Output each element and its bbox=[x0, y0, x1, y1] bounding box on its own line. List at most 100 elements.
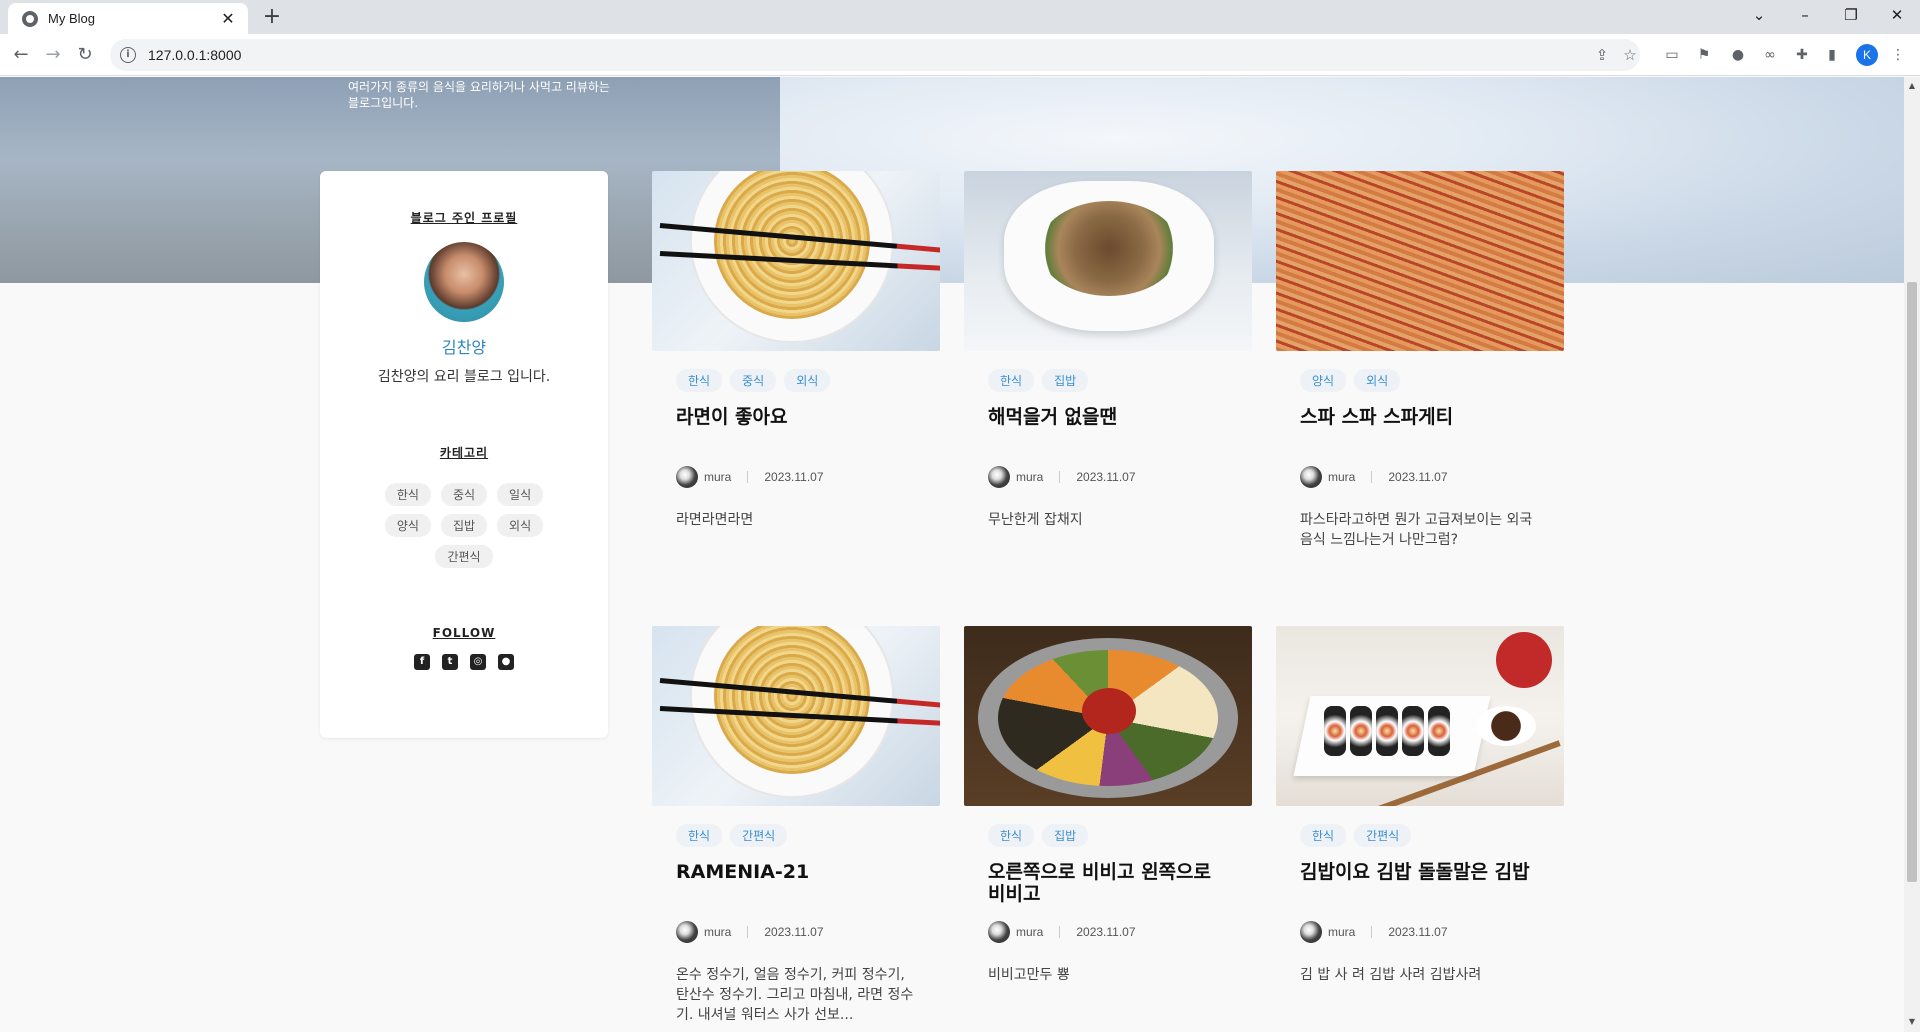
post-author: mura bbox=[1016, 470, 1044, 484]
new-tab-button[interactable]: + bbox=[258, 4, 286, 32]
extension-icon[interactable]: ∞ bbox=[1760, 45, 1780, 65]
restore-icon[interactable]: ❐ bbox=[1828, 0, 1874, 34]
post-author: mura bbox=[1016, 925, 1044, 939]
profile-avatar[interactable]: K bbox=[1856, 44, 1878, 66]
post-tag[interactable]: 한식 bbox=[988, 824, 1035, 847]
page-viewport: 여러가지 종류의 음식을 요리하거나 사먹고 리뷰하는 블로그입니다. 블로그 … bbox=[0, 77, 1904, 1032]
owner-bio: 김찬양의 요리 블로그 입니다. bbox=[377, 369, 551, 385]
post-title[interactable]: 김밥이요 김밥 돌돌말은 김밥 bbox=[1300, 861, 1540, 911]
post-title[interactable]: 라면이 좋아요 bbox=[676, 406, 916, 456]
github-icon[interactable]: ● bbox=[498, 654, 514, 670]
post-author: mura bbox=[704, 470, 732, 484]
address-bar[interactable]: i 127.0.0.1:8000 ⇪ ☆ bbox=[110, 39, 1640, 71]
scroll-up-icon[interactable]: ▲ bbox=[1904, 81, 1920, 90]
post-excerpt: 김 밥 사 려 김밥 사려 김밥사려 bbox=[1300, 967, 1482, 983]
post-card[interactable]: 한식 집밥 해먹을거 없을땐 mura 2023.11.07 무난한게 잡채지 bbox=[964, 171, 1252, 530]
post-card[interactable]: 한식 간편식 RAMENIA-21 mura 2023.11.07 온수 정수기… bbox=[652, 626, 940, 1025]
page-scrollbar[interactable]: ▲ ▼ bbox=[1904, 77, 1920, 1032]
category-list: 한식 중식 일식 양식 집밥 외식 간편식 bbox=[320, 483, 608, 568]
post-tag[interactable]: 양식 bbox=[1300, 369, 1347, 392]
post-title[interactable]: 해먹을거 없을땐 bbox=[988, 406, 1228, 456]
tab-close-icon[interactable]: ✕ bbox=[218, 9, 238, 28]
post-card[interactable]: 한식 집밥 오른쪽으로 비비고 왼쪽으로 비비고 mura 2023.11.07… bbox=[964, 626, 1252, 985]
post-meta: mura 2023.11.07 bbox=[676, 466, 916, 488]
translate-extension-icon[interactable]: ⚑ bbox=[1694, 45, 1714, 65]
owner-name[interactable]: 김찬양 bbox=[320, 334, 608, 358]
post-tags: 한식 집밥 bbox=[988, 824, 1252, 847]
browser-toolbar: ← → ↻ i 127.0.0.1:8000 ⇪ ☆ ▭ ⚑ ● ∞ ✚ ▮ K… bbox=[0, 34, 1920, 76]
post-title[interactable]: 오른쪽으로 비비고 왼쪽으로 비비고 bbox=[988, 861, 1228, 911]
post-author: mura bbox=[1328, 925, 1356, 939]
cast-extension-icon[interactable]: ▭ bbox=[1662, 45, 1682, 65]
category-pill[interactable]: 양식 bbox=[384, 514, 431, 537]
facebook-icon[interactable]: f bbox=[414, 654, 430, 670]
post-tags: 한식 집밥 bbox=[988, 369, 1252, 392]
blog-description: 여러가지 종류의 음식을 요리하거나 사먹고 리뷰하는 블로그입니다. bbox=[348, 80, 610, 110]
post-title[interactable]: 스파 스파 스파게티 bbox=[1300, 406, 1540, 456]
browser-tab-active[interactable]: My Blog ✕ bbox=[8, 3, 248, 34]
post-tag[interactable]: 외식 bbox=[1354, 369, 1401, 392]
instagram-icon[interactable]: ◎ bbox=[470, 654, 486, 670]
post-tag[interactable]: 한식 bbox=[988, 369, 1035, 392]
post-date: 2023.11.07 bbox=[1388, 470, 1448, 484]
author-avatar bbox=[1300, 921, 1322, 943]
scroll-down-icon[interactable]: ▼ bbox=[1904, 1017, 1920, 1026]
post-tag[interactable]: 외식 bbox=[784, 369, 831, 392]
menu-kebab-icon[interactable]: ⋮ bbox=[1888, 45, 1908, 65]
post-tag[interactable]: 간편식 bbox=[730, 824, 788, 847]
post-tag[interactable]: 한식 bbox=[676, 824, 723, 847]
puzzle-extensions-icon[interactable]: ✚ bbox=[1792, 45, 1812, 65]
post-thumbnail-japchae[interactable] bbox=[964, 171, 1252, 351]
post-thumbnail-gimbap[interactable] bbox=[1276, 626, 1564, 806]
post-card[interactable]: 한식 중식 외식 라면이 좋아요 mura 2023.11.07 라면라면라면 bbox=[652, 171, 940, 530]
post-card[interactable]: 한식 간편식 김밥이요 김밥 돌돌말은 김밥 mura 2023.11.07 김… bbox=[1276, 626, 1564, 985]
url-text[interactable]: 127.0.0.1:8000 bbox=[148, 47, 241, 63]
site-info-icon[interactable]: i bbox=[120, 47, 136, 63]
post-tag[interactable]: 한식 bbox=[676, 369, 723, 392]
category-pill[interactable]: 한식 bbox=[384, 483, 431, 506]
post-tags: 한식 중식 외식 bbox=[676, 369, 940, 392]
bookmark-star-icon[interactable]: ☆ bbox=[1620, 45, 1640, 65]
post-thumbnail-bibimbap[interactable] bbox=[964, 626, 1252, 806]
post-date: 2023.11.07 bbox=[764, 925, 824, 939]
post-meta: mura 2023.11.07 bbox=[988, 921, 1228, 943]
globe-icon bbox=[22, 10, 38, 27]
category-pill[interactable]: 외식 bbox=[497, 514, 544, 537]
post-thumbnail-spaghetti[interactable] bbox=[1276, 171, 1564, 351]
category-pill[interactable]: 집밥 bbox=[440, 514, 488, 537]
post-tag[interactable]: 중식 bbox=[730, 369, 777, 392]
close-window-icon[interactable]: ✕ bbox=[1874, 0, 1920, 34]
post-excerpt: 무난한게 잡채지 bbox=[988, 512, 1083, 528]
mic-extension-icon[interactable]: ● bbox=[1728, 45, 1748, 65]
post-thumbnail-ramen[interactable] bbox=[652, 171, 940, 351]
back-icon[interactable]: ← bbox=[8, 42, 34, 68]
twitter-icon[interactable]: t bbox=[442, 654, 458, 670]
post-tag[interactable]: 집밥 bbox=[1042, 369, 1089, 392]
post-meta: mura 2023.11.07 bbox=[1300, 466, 1540, 488]
share-icon[interactable]: ⇪ bbox=[1592, 45, 1612, 65]
post-meta: mura 2023.11.07 bbox=[988, 466, 1228, 488]
category-pill[interactable]: 일식 bbox=[497, 483, 544, 506]
post-meta: mura 2023.11.07 bbox=[676, 921, 916, 943]
post-title[interactable]: RAMENIA-21 bbox=[676, 861, 916, 911]
author-avatar bbox=[988, 921, 1010, 943]
category-pill[interactable]: 간편식 bbox=[435, 545, 493, 568]
post-tag[interactable]: 한식 bbox=[1300, 824, 1347, 847]
minimize-icon[interactable]: – bbox=[1782, 0, 1828, 34]
post-card[interactable]: 양식 외식 스파 스파 스파게티 mura 2023.11.07 파스타라고하면… bbox=[1276, 171, 1564, 550]
side-panel-icon[interactable]: ▮ bbox=[1822, 45, 1842, 65]
post-tags: 한식 간편식 bbox=[676, 824, 940, 847]
author-avatar bbox=[676, 466, 698, 488]
forward-icon[interactable]: → bbox=[40, 42, 66, 68]
author-avatar bbox=[1300, 466, 1322, 488]
tab-search-icon[interactable]: ⌄ bbox=[1736, 0, 1782, 34]
owner-avatar bbox=[424, 242, 504, 322]
post-tag[interactable]: 간편식 bbox=[1354, 824, 1412, 847]
post-date: 2023.11.07 bbox=[764, 470, 824, 484]
scrollbar-thumb[interactable] bbox=[1907, 282, 1917, 882]
post-author: mura bbox=[704, 925, 732, 939]
category-pill[interactable]: 중식 bbox=[440, 483, 488, 506]
post-tag[interactable]: 집밥 bbox=[1042, 824, 1089, 847]
post-thumbnail-ramen[interactable] bbox=[652, 626, 940, 806]
reload-icon[interactable]: ↻ bbox=[72, 42, 98, 68]
